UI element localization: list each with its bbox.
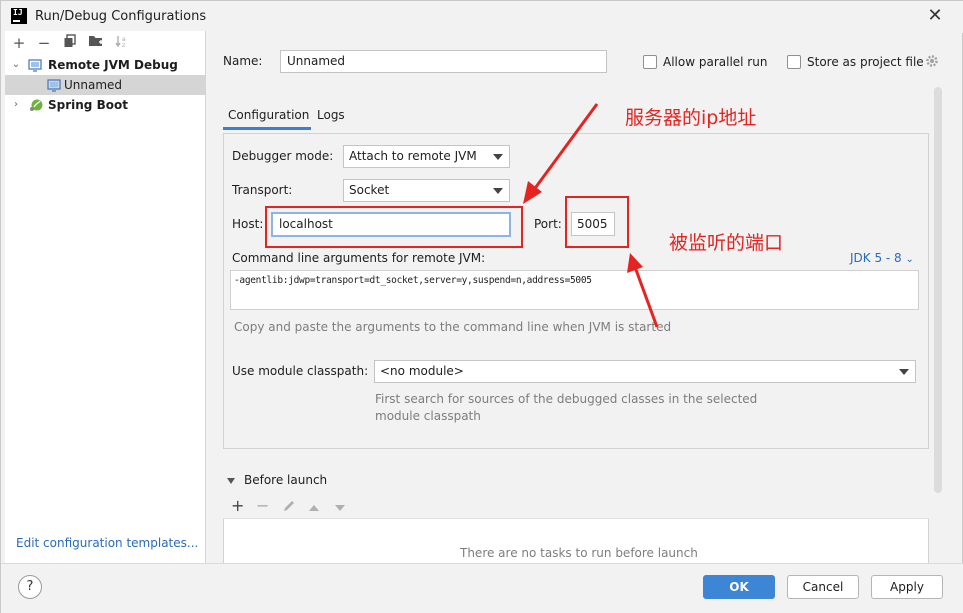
debugger-mode-label: Debugger mode: bbox=[232, 149, 334, 163]
allow-parallel-run-label: Allow parallel run bbox=[663, 55, 768, 69]
dropdown-arrow-icon bbox=[493, 154, 503, 160]
cancel-button[interactable]: Cancel bbox=[787, 575, 859, 599]
remove-icon[interactable]: − bbox=[256, 496, 269, 515]
name-input[interactable]: Unnamed bbox=[280, 50, 607, 73]
apply-button[interactable]: Apply bbox=[871, 575, 943, 599]
svg-text:z: z bbox=[122, 42, 125, 48]
chevron-down-icon: ⌄ bbox=[905, 254, 914, 265]
before-launch-title[interactable]: Before launch bbox=[244, 473, 327, 487]
edit-pencil-icon[interactable] bbox=[282, 499, 296, 517]
collapse-triangle-icon[interactable] bbox=[226, 475, 236, 485]
transport-select[interactable]: Socket bbox=[343, 179, 510, 202]
window-title: Run/Debug Configurations bbox=[35, 9, 207, 24]
tree-item-spring-boot[interactable]: › Spring Boot bbox=[5, 95, 206, 115]
module-hint-line1: First search for sources of the debugged… bbox=[375, 392, 758, 406]
debugger-mode-select[interactable]: Attach to remote JVM bbox=[343, 145, 510, 168]
folder-icon[interactable] bbox=[87, 34, 105, 52]
tab-logs[interactable]: Logs bbox=[317, 108, 345, 122]
transport-value: Socket bbox=[349, 183, 390, 197]
chevron-right-icon[interactable]: › bbox=[10, 95, 22, 115]
close-icon[interactable]: ✕ bbox=[925, 6, 945, 26]
port-annotation-text: 被监听的端口 bbox=[669, 232, 784, 254]
copy-icon[interactable] bbox=[61, 34, 79, 52]
jdk-version-link[interactable]: JDK 5 - 8 ⌄ bbox=[850, 251, 914, 265]
active-tab-indicator bbox=[223, 127, 311, 130]
run-debug-configurations-dialog: IJ Run/Debug Configurations ✕ + − az ⌄ R… bbox=[0, 0, 963, 613]
edit-configuration-templates-link[interactable]: Edit configuration templates... bbox=[16, 536, 198, 550]
host-annotation-text: 服务器的ip地址 bbox=[625, 107, 757, 129]
tree-item-label: Remote JVM Debug bbox=[48, 58, 178, 72]
module-hint-line2: module classpath bbox=[375, 409, 481, 423]
vertical-scrollbar[interactable] bbox=[934, 87, 942, 493]
before-launch-empty-text: There are no tasks to run before launch bbox=[460, 546, 698, 560]
tree-item-unnamed[interactable]: Unnamed bbox=[5, 75, 206, 95]
module-classpath-value: <no module> bbox=[380, 364, 464, 378]
title-bar: IJ Run/Debug Configurations ✕ bbox=[1, 1, 963, 33]
cmdline-label: Command line arguments for remote JVM: bbox=[232, 251, 486, 265]
jdk-version-text: JDK 5 - 8 bbox=[850, 251, 902, 265]
module-classpath-label: Use module classpath: bbox=[232, 364, 369, 378]
tree-item-label: Unnamed bbox=[64, 78, 123, 92]
port-label: Port: bbox=[534, 217, 562, 231]
tree-item-remote-jvm-debug[interactable]: ⌄ Remote JVM Debug bbox=[5, 55, 206, 75]
dropdown-arrow-icon bbox=[493, 188, 503, 194]
port-highlight-box bbox=[565, 196, 629, 248]
store-as-project-file-checkbox[interactable] bbox=[787, 55, 801, 69]
debugger-mode-value: Attach to remote JVM bbox=[349, 149, 477, 163]
chevron-down-icon[interactable]: ⌄ bbox=[10, 55, 22, 75]
gear-icon[interactable] bbox=[925, 54, 939, 68]
remote-debug-icon bbox=[47, 78, 61, 92]
ok-button[interactable]: OK bbox=[703, 575, 775, 599]
intellij-app-icon: IJ bbox=[11, 8, 27, 24]
sort-icon[interactable]: az bbox=[113, 34, 131, 52]
move-up-icon[interactable] bbox=[308, 501, 320, 517]
before-launch-toolbar: + − bbox=[223, 494, 929, 519]
module-classpath-select[interactable]: <no module> bbox=[374, 360, 916, 383]
host-label: Host: bbox=[232, 217, 264, 231]
spring-boot-icon bbox=[29, 98, 43, 112]
remove-icon[interactable]: − bbox=[35, 34, 53, 52]
host-highlight-box bbox=[265, 206, 523, 248]
tab-configuration[interactable]: Configuration bbox=[228, 108, 309, 122]
name-label: Name: bbox=[223, 54, 263, 68]
add-icon[interactable]: + bbox=[231, 496, 244, 515]
allow-parallel-run-checkbox[interactable] bbox=[643, 55, 657, 69]
cmdline-hint: Copy and paste the arguments to the comm… bbox=[234, 320, 672, 334]
transport-label: Transport: bbox=[232, 183, 293, 197]
move-down-icon[interactable] bbox=[334, 501, 346, 517]
store-as-project-file-label: Store as project file bbox=[807, 55, 924, 69]
remote-debug-icon bbox=[28, 58, 42, 72]
cmdline-textarea[interactable]: -agentlib:jdwp=transport=dt_socket,serve… bbox=[230, 270, 919, 310]
add-icon[interactable]: + bbox=[10, 34, 28, 52]
help-button[interactable]: ? bbox=[18, 575, 42, 599]
tree-item-label: Spring Boot bbox=[48, 98, 128, 112]
dropdown-arrow-icon bbox=[899, 369, 909, 375]
configuration-tree-panel: + − az ⌄ Remote JVM Debug Unnamed › Spri… bbox=[5, 31, 206, 563]
